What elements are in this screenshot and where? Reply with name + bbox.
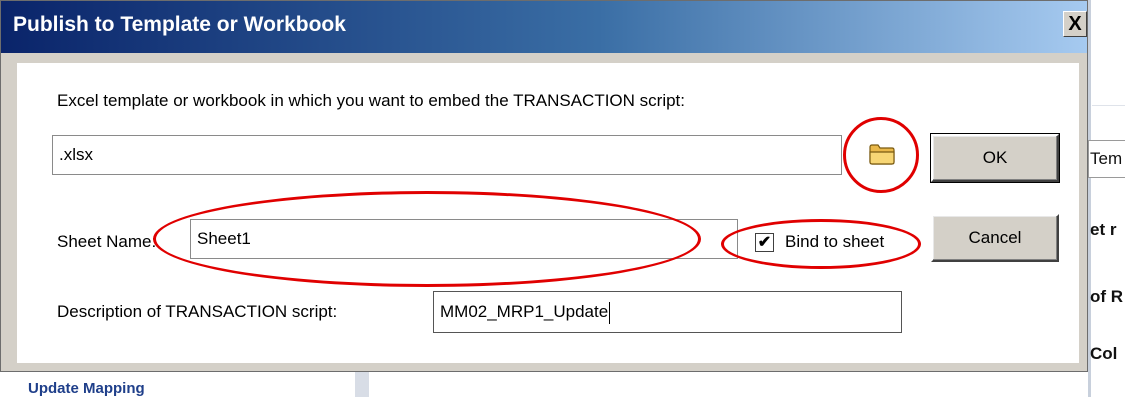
- folder-icon: [869, 144, 895, 165]
- bind-to-sheet-checkbox-row[interactable]: ✔ Bind to sheet: [755, 231, 915, 257]
- browse-button[interactable]: [857, 133, 907, 177]
- background-scroll-bar: [355, 370, 369, 397]
- close-button[interactable]: X: [1063, 11, 1087, 37]
- background-text-of: of R: [1090, 287, 1124, 306]
- template-prompt-label: Excel template or workbook in which you …: [57, 91, 685, 110]
- background-text-col: Col: [1090, 344, 1118, 363]
- sheet-name-label: Sheet Name:: [57, 232, 157, 251]
- cancel-button[interactable]: Cancel: [931, 214, 1059, 262]
- sheet-name-value: Sheet1: [197, 229, 251, 248]
- text-cursor: [609, 301, 611, 324]
- dialog-titlebar[interactable]: Publish to Template or Workbook X: [1, 1, 1087, 53]
- publish-dialog: Publish to Template or Workbook X Excel …: [0, 0, 1088, 372]
- background-divider: [1092, 105, 1125, 106]
- background-text-sheet: et r: [1090, 220, 1117, 239]
- background-separator: [1088, 0, 1091, 397]
- template-path-input[interactable]: .xlsx: [52, 135, 842, 175]
- bind-to-sheet-checkbox[interactable]: ✔: [755, 233, 774, 252]
- close-icon: X: [1068, 13, 1082, 35]
- background-bottom-strip: Update Mapping: [0, 370, 1088, 397]
- checkmark-icon: ✔: [757, 234, 772, 251]
- dialog-title: Publish to Template or Workbook: [13, 13, 346, 36]
- bind-to-sheet-label: Bind to sheet: [785, 232, 885, 251]
- description-label: Description of TRANSACTION script:: [57, 302, 338, 321]
- description-input[interactable]: MM02_MRP1_Update: [433, 291, 902, 333]
- background-update-mapping-link: Update Mapping: [28, 380, 145, 397]
- ok-button[interactable]: OK: [930, 133, 1060, 183]
- description-value: MM02_MRP1_Update: [440, 302, 609, 321]
- template-path-value: .xlsx: [59, 145, 93, 164]
- ok-button-label: OK: [982, 148, 1008, 167]
- background-app-panel: [1088, 0, 1125, 397]
- sheet-name-input[interactable]: Sheet1: [190, 219, 738, 259]
- background-text-template: Tem: [1090, 149, 1123, 168]
- cancel-button-label: Cancel: [968, 228, 1022, 247]
